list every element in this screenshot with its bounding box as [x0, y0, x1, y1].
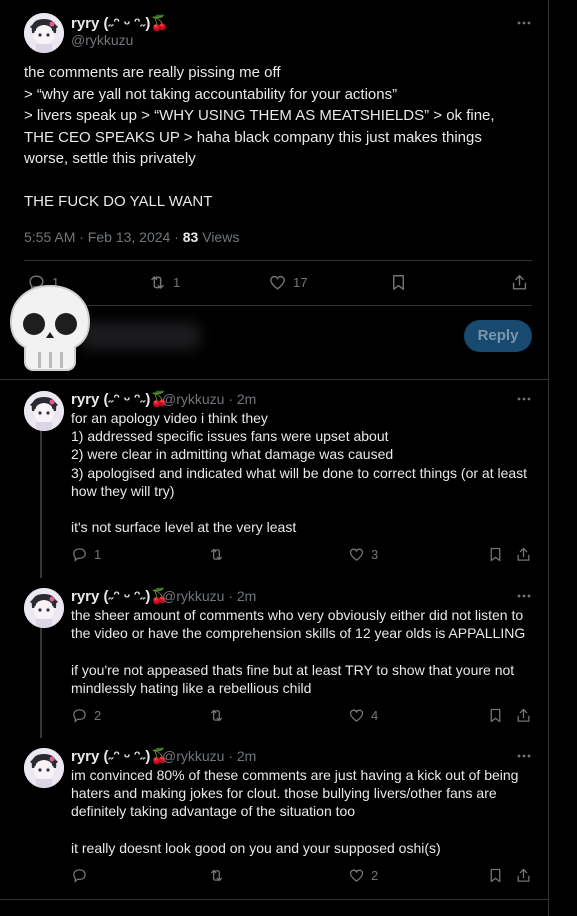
like-count: 17 — [293, 275, 308, 290]
thread-line — [40, 626, 42, 738]
bookmark-icon — [490, 868, 501, 883]
more-options-icon[interactable] — [516, 15, 532, 31]
like-action[interactable]: 2 — [348, 867, 378, 884]
reply-icon — [73, 869, 86, 884]
reply-count: 2 — [94, 708, 102, 723]
retweet-action[interactable] — [208, 867, 231, 884]
share-action[interactable] — [515, 867, 532, 884]
like-count: 3 — [371, 547, 379, 562]
reply-text: im convinced 80% of these comments are j… — [71, 767, 519, 856]
avatar[interactable] — [24, 588, 64, 628]
display-name[interactable]: ryry (˶ᵔ ᵕ ᵔ˶)🍒 — [71, 14, 169, 32]
retweet-action[interactable]: 1 — [148, 273, 180, 292]
avatar-image — [24, 748, 64, 788]
avatar-image — [24, 391, 64, 431]
heart-icon — [349, 709, 364, 722]
divider — [24, 305, 532, 306]
display-name[interactable]: ryry (˶ᵔ ᵕ ᵔ˶)🍒 — [71, 747, 169, 765]
reply-input[interactable] — [80, 322, 200, 350]
bookmark-icon — [393, 275, 404, 290]
handle[interactable]: @rykkuzu · 2m — [162, 588, 256, 604]
avatar-image — [24, 588, 64, 628]
more-options-icon[interactable] — [516, 588, 532, 604]
avatar-image — [24, 13, 64, 53]
timeline-column: ryry (˶ᵔ ᵕ ᵔ˶)🍒 @rykkuzu the comments ar… — [0, 0, 548, 916]
tweet-text: the comments are really pissing me off >… — [24, 64, 495, 210]
views-count: 83 — [182, 229, 199, 245]
share-action[interactable] — [515, 707, 532, 724]
handle[interactable]: @rykkuzu — [71, 32, 133, 48]
like-action[interactable]: 3 — [348, 546, 378, 563]
retweet-count: 1 — [173, 275, 181, 290]
reply-tweet[interactable]: ryry (˶ᵔ ᵕ ᵔ˶)🍒 @rykkuzu · 2m im convinc… — [0, 738, 548, 898]
reply-action[interactable]: 2 — [71, 707, 101, 724]
bookmark-action[interactable] — [487, 546, 504, 563]
bookmark-action[interactable] — [487, 707, 504, 724]
thread-line — [40, 429, 42, 578]
handle[interactable]: @rykkuzu · 2m — [162, 748, 256, 764]
bookmark-action[interactable] — [487, 867, 504, 884]
more-options-icon[interactable] — [516, 391, 532, 407]
bookmark-icon — [490, 547, 501, 562]
share-icon — [517, 547, 530, 561]
avatar[interactable] — [24, 748, 64, 788]
like-count: 4 — [371, 708, 379, 723]
bookmark-action[interactable] — [389, 273, 408, 292]
reply-count: 1 — [94, 547, 102, 562]
display-name[interactable]: ryry (˶ᵔ ᵕ ᵔ˶)🍒 — [71, 587, 169, 605]
share-icon — [512, 275, 527, 290]
skull-icon — [9, 284, 91, 371]
reply-icon — [73, 709, 86, 724]
more-options-icon[interactable] — [516, 748, 532, 764]
divider — [0, 899, 548, 900]
retweet-action[interactable] — [208, 546, 231, 563]
retweet-icon — [151, 276, 164, 289]
reply-action[interactable] — [71, 867, 94, 884]
share-icon — [517, 868, 530, 882]
reply-tweet[interactable]: ryry (˶ᵔ ᵕ ᵔ˶)🍒 @rykkuzu · 2m for an apo… — [0, 381, 548, 578]
retweet-icon — [210, 548, 223, 561]
like-count: 2 — [371, 868, 379, 883]
share-icon — [517, 708, 530, 722]
reply-button[interactable]: Reply — [464, 320, 532, 352]
reply-tweet[interactable]: ryry (˶ᵔ ᵕ ᵔ˶)🍒 @rykkuzu · 2m the sheer … — [0, 578, 548, 738]
retweet-icon — [210, 709, 223, 722]
like-action[interactable]: 4 — [348, 707, 378, 724]
reply-icon — [73, 548, 86, 563]
bookmark-icon — [490, 708, 501, 723]
reply-text: for an apology video i think they 1) add… — [71, 410, 528, 536]
heart-icon — [349, 548, 364, 561]
avatar[interactable] — [24, 13, 64, 53]
timestamp[interactable]: 5:55 AM · Feb 13, 2024 · — [24, 229, 183, 245]
reply-action[interactable]: 1 — [71, 546, 101, 563]
handle[interactable]: @rykkuzu · 2m — [162, 391, 256, 407]
reply-text: the sheer amount of comments who very ob… — [71, 607, 526, 696]
share-action[interactable] — [515, 546, 532, 563]
like-action[interactable]: 17 — [268, 273, 307, 292]
retweet-action[interactable] — [208, 707, 231, 724]
views-label: Views — [198, 229, 240, 245]
retweet-icon — [210, 869, 223, 882]
heart-icon — [270, 275, 285, 290]
right-rail — [548, 0, 577, 916]
display-name[interactable]: ryry (˶ᵔ ᵕ ᵔ˶)🍒 — [71, 390, 169, 408]
heart-icon — [349, 869, 364, 882]
avatar[interactable] — [24, 391, 64, 431]
share-action[interactable] — [510, 273, 529, 292]
main-tweet: ryry (˶ᵔ ᵕ ᵔ˶)🍒 @rykkuzu the comments ar… — [0, 0, 548, 380]
divider — [24, 260, 532, 261]
tweet-meta: 5:55 AM · Feb 13, 2024 · 83 Views — [24, 229, 239, 245]
